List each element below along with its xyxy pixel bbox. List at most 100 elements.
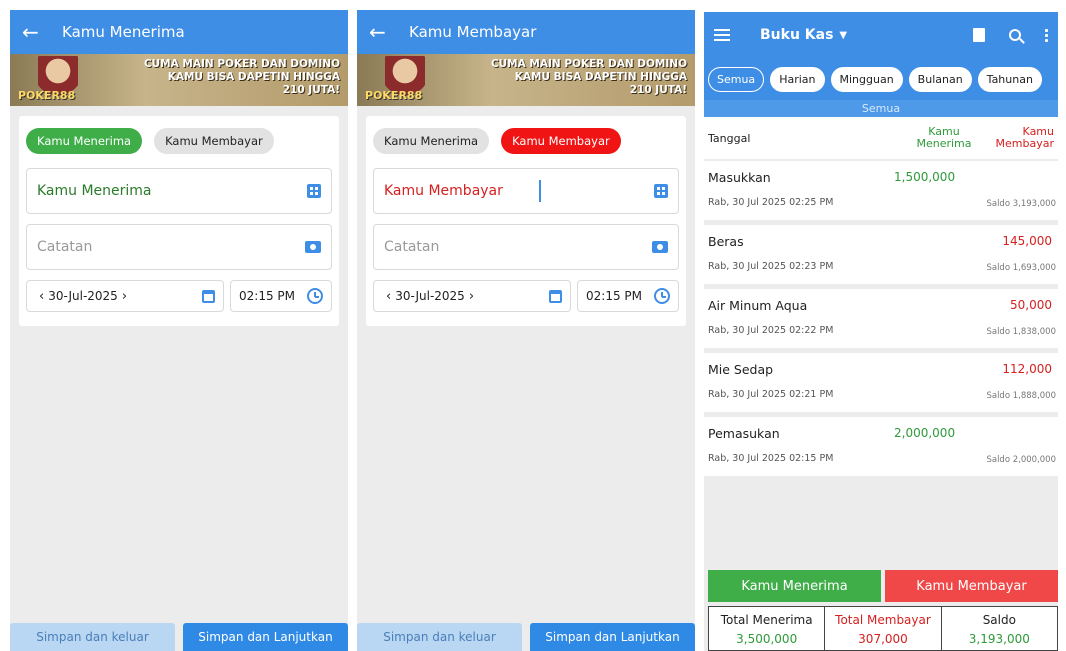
banner-line: 210 JUTA!	[629, 84, 687, 96]
toggle-receive[interactable]: Kamu Menerima	[373, 128, 490, 154]
tx-name: Mie Sedap	[708, 362, 774, 377]
filter-tahunan[interactable]: Tahunan	[977, 66, 1042, 92]
banner-line: CUMA MAIN POKER DAN DOMINO	[143, 58, 340, 70]
receive-screen: ← Kamu Menerima POKER88 CUMA MAIN POKER …	[10, 10, 348, 651]
totals-summary: Total Menerima 3,500,000 Total Membayar …	[708, 606, 1058, 651]
tx-in: 1,500,000	[894, 170, 956, 184]
tx-in: 2,000,000	[894, 426, 956, 440]
tx-saldo: Saldo 1,838,000	[986, 327, 1056, 337]
pay-button[interactable]: Kamu Membayar	[885, 570, 1058, 602]
tx-name: Beras	[708, 234, 744, 249]
calculator-icon[interactable]	[653, 184, 668, 198]
banner-text: CUMA MAIN POKER DAN DOMINO KAMU BISA DAP…	[144, 58, 340, 97]
date-time-row: ‹ 30-Jul-2025 › 02:15 PM	[373, 280, 679, 312]
prev-date-icon[interactable]: ‹	[382, 289, 395, 304]
date-picker[interactable]: ‹ 30-Jul-2025 ›	[373, 280, 571, 312]
camera-icon[interactable]	[305, 241, 321, 253]
more-options-icon[interactable]	[1045, 28, 1048, 42]
tx-date: Rab, 30 Jul 2025 02:21 PM	[708, 389, 834, 400]
app-bar-actions	[973, 28, 1048, 42]
date-value: 30-Jul-2025	[48, 289, 118, 303]
save-continue-button[interactable]: Simpan dan Lanjutkan	[530, 623, 695, 651]
date-picker[interactable]: ‹ 30-Jul-2025 ›	[26, 280, 224, 312]
filter-semua[interactable]: Semua	[708, 66, 765, 92]
note-placeholder: Catatan	[384, 239, 440, 255]
amount-field[interactable]: Kamu Menerima	[26, 168, 332, 214]
tx-date: Rab, 30 Jul 2025 02:22 PM	[708, 325, 834, 336]
dropdown-caret-icon[interactable]: ▼	[839, 30, 847, 41]
report-icon[interactable]	[973, 28, 985, 42]
app-bar: Buku Kas ▼	[704, 12, 1058, 58]
screen-title[interactable]: Buku Kas	[760, 27, 833, 43]
tx-out: 145,000	[1002, 234, 1052, 248]
total-pay: Total Membayar 307,000	[825, 607, 942, 650]
transaction-row[interactable]: Beras Rab, 30 Jul 2025 02:23 PM 145,000 …	[704, 225, 1058, 284]
section-label: Semua	[704, 100, 1058, 117]
transaction-row[interactable]: Mie Sedap Rab, 30 Jul 2025 02:21 PM 112,…	[704, 353, 1058, 412]
entry-form: Kamu Menerima Kamu Membayar Kamu Membaya…	[366, 116, 686, 326]
banner-line: 210 JUTA!	[282, 84, 340, 96]
type-toggle: Kamu Menerima Kamu Membayar	[373, 128, 679, 154]
date-value: 30-Jul-2025	[395, 289, 465, 303]
col-receive: Kamu Menerima	[909, 126, 979, 150]
back-arrow-icon[interactable]: ←	[22, 20, 62, 44]
tx-saldo: Saldo 1,693,000	[986, 263, 1056, 273]
prev-date-icon[interactable]: ‹	[35, 289, 48, 304]
amount-placeholder: Kamu Membayar	[384, 183, 503, 199]
ad-banner[interactable]: POKER88 CUMA MAIN POKER DAN DOMINO KAMU …	[10, 54, 348, 106]
filter-bulanan[interactable]: Bulanan	[908, 66, 972, 92]
text-cursor	[539, 180, 542, 202]
menu-icon[interactable]	[714, 29, 730, 41]
col-pay-l2: Membayar	[995, 137, 1054, 150]
calculator-icon[interactable]	[307, 184, 321, 198]
toggle-pay[interactable]: Kamu Membayar	[501, 128, 621, 154]
save-continue-button[interactable]: Simpan dan Lanjutkan	[183, 623, 348, 651]
save-exit-button[interactable]: Simpan dan keluar	[10, 623, 175, 651]
transaction-row[interactable]: Pemasukan Rab, 30 Jul 2025 02:15 PM 2,00…	[704, 417, 1058, 476]
transaction-row[interactable]: Air Minum Aqua Rab, 30 Jul 2025 02:22 PM…	[704, 289, 1058, 348]
toggle-pay[interactable]: Kamu Membayar	[154, 128, 274, 154]
amount-placeholder: Kamu Menerima	[37, 183, 152, 199]
col-pay: Kamu Membayar	[979, 126, 1054, 150]
total-saldo-label: Saldo	[982, 613, 1016, 627]
receive-button[interactable]: Kamu Menerima	[708, 570, 881, 602]
camera-icon[interactable]	[652, 241, 668, 253]
calendar-icon[interactable]	[202, 289, 215, 303]
total-pay-value: 307,000	[858, 632, 908, 646]
tx-name: Air Minum Aqua	[708, 298, 808, 313]
time-value: 02:15 PM	[239, 289, 295, 303]
note-field[interactable]: Catatan	[26, 224, 332, 270]
banner-text: CUMA MAIN POKER DAN DOMINO KAMU BISA DAP…	[491, 58, 687, 97]
note-placeholder: Catatan	[37, 239, 93, 255]
quick-actions: Kamu Menerima Kamu Membayar	[708, 570, 1058, 602]
save-exit-button[interactable]: Simpan dan keluar	[357, 623, 522, 651]
total-saldo-value: 3,193,000	[968, 632, 1030, 646]
next-date-icon[interactable]: ›	[118, 289, 131, 304]
tx-saldo: Saldo 3,193,000	[986, 199, 1056, 209]
back-arrow-icon[interactable]: ←	[369, 20, 409, 44]
next-date-icon[interactable]: ›	[465, 289, 478, 304]
clock-icon[interactable]	[307, 288, 323, 304]
note-field[interactable]: Catatan	[373, 224, 679, 270]
tx-saldo: Saldo 1,888,000	[986, 391, 1056, 401]
amount-field[interactable]: Kamu Membayar	[373, 168, 679, 214]
banner-line: KAMU BISA DAPETIN HINGGA	[167, 71, 340, 83]
search-icon[interactable]	[1009, 29, 1021, 41]
transaction-row[interactable]: Masukkan Rab, 30 Jul 2025 02:25 PM 1,500…	[704, 161, 1058, 220]
time-picker[interactable]: 02:15 PM	[577, 280, 679, 312]
footer-actions: Simpan dan keluar Simpan dan Lanjutkan	[357, 623, 695, 651]
tx-date: Rab, 30 Jul 2025 02:25 PM	[708, 197, 834, 208]
calendar-icon[interactable]	[549, 289, 562, 303]
tx-saldo: Saldo 2,000,000	[986, 455, 1056, 465]
entry-form: Kamu Menerima Kamu Membayar Kamu Menerim…	[19, 116, 339, 326]
tx-date: Rab, 30 Jul 2025 02:23 PM	[708, 261, 834, 272]
filter-mingguan[interactable]: Mingguan	[830, 66, 903, 92]
ad-banner[interactable]: POKER88 CUMA MAIN POKER DAN DOMINO KAMU …	[357, 54, 695, 106]
toggle-receive[interactable]: Kamu Menerima	[26, 128, 143, 154]
screen-title: Kamu Membayar	[409, 23, 537, 41]
filter-harian[interactable]: Harian	[770, 66, 825, 92]
pay-screen: ← Kamu Membayar POKER88 CUMA MAIN POKER …	[357, 10, 695, 651]
clock-icon[interactable]	[654, 288, 670, 304]
time-picker[interactable]: 02:15 PM	[230, 280, 332, 312]
col-receive-l2: Menerima	[916, 137, 972, 150]
